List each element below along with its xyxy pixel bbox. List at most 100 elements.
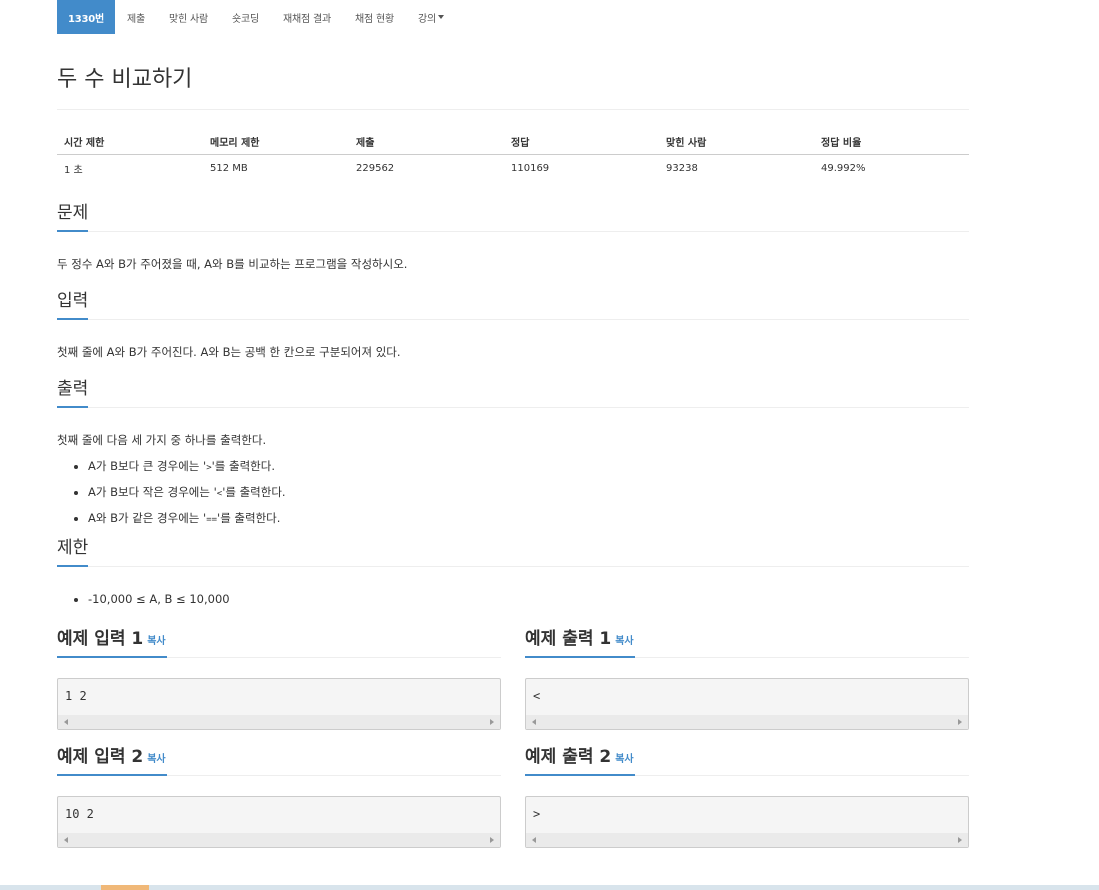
section-limit-header: 제한	[57, 536, 969, 567]
table-row: 1 초 512 MB 229562 110169 93238 49.992%	[57, 154, 969, 183]
header-accepted: 정답	[504, 130, 659, 155]
nav-lectures-dropdown[interactable]: 강의	[406, 0, 456, 34]
sample-input-2-header: 예제 입력 2 복사	[57, 745, 501, 776]
sample-input-1-code[interactable]: 1 2	[57, 678, 501, 730]
scroll-right-icon[interactable]	[490, 837, 494, 843]
output-case-3-post: '를 출력한다.	[217, 511, 281, 525]
sample-input-1-header: 예제 입력 1 복사	[57, 627, 501, 658]
sample-output-1-code[interactable]: <	[525, 678, 969, 730]
list-item: A와 B가 같은 경우에는 '=='를 출력한다.	[88, 510, 969, 528]
sample-output-2: 예제 출력 2 복사 >	[525, 730, 969, 848]
title-divider	[57, 109, 969, 110]
copy-button[interactable]: 복사	[147, 636, 165, 647]
limit-list: -10,000 ≤ A, B ≤ 10,000	[57, 591, 969, 607]
sample-output-2-header: 예제 출력 2 복사	[525, 745, 969, 776]
nav-rejudge-results[interactable]: 재채점 결과	[271, 0, 343, 34]
copy-button[interactable]: 복사	[147, 754, 165, 765]
sample-output-2-text: >	[533, 807, 541, 821]
horizontal-scrollbar[interactable]	[526, 833, 968, 847]
list-item: A가 B보다 작은 경우에는 '<'를 출력한다.	[88, 484, 969, 502]
sample-output-1-header: 예제 출력 1 복사	[525, 627, 969, 658]
value-memory-limit: 512 MB	[210, 163, 248, 175]
output-case-1-post: '를 출력한다.	[211, 459, 275, 473]
bottom-scroll-bar	[0, 885, 1099, 890]
caret-down-icon	[438, 15, 444, 19]
section-divider	[57, 407, 969, 408]
nav-lectures-label: 강의	[418, 13, 436, 25]
header-memory-limit: 메모리 제한	[203, 130, 349, 155]
scroll-right-icon[interactable]	[958, 837, 962, 843]
horizontal-scrollbar[interactable]	[526, 715, 968, 729]
output-case-3-pre: A와 B가 같은 경우에는 '	[88, 511, 207, 525]
problem-description: 두 정수 A와 B가 주어졌을 때, A와 B를 비교하는 프로그램을 작성하시…	[57, 257, 408, 271]
section-output-header: 출력	[57, 377, 969, 408]
output-description: 첫째 줄에 다음 세 가지 중 하나를 출력한다.	[57, 433, 267, 447]
horizontal-scrollbar[interactable]	[58, 715, 500, 729]
output-case-2-post: '를 출력한다.	[222, 485, 286, 499]
scroll-right-icon[interactable]	[958, 719, 962, 725]
sample-output-1: 예제 출력 1 복사 <	[525, 615, 969, 730]
section-input-title: 입력	[57, 289, 89, 320]
samples-row-2: 예제 입력 2 복사 10 2 예제 출력 2 복사 >	[57, 730, 969, 848]
sample-output-1-title: 예제 출력 1 복사	[525, 627, 635, 658]
section-output-title: 출력	[57, 377, 89, 408]
sample-input-1-title: 예제 입력 1 복사	[57, 627, 167, 658]
section-problem-title: 문제	[57, 201, 89, 232]
nav-solved-users[interactable]: 맞힌 사람	[157, 0, 220, 34]
scroll-right-icon[interactable]	[490, 719, 494, 725]
horizontal-scrollbar[interactable]	[58, 833, 500, 847]
section-problem-header: 문제	[57, 201, 969, 232]
value-accept-ratio: 49.992%	[821, 163, 866, 175]
nav-short-coding[interactable]: 숏코딩	[220, 0, 271, 34]
section-limit-title: 제한	[57, 536, 89, 567]
section-divider	[57, 566, 969, 567]
sample-input-2-code[interactable]: 10 2	[57, 796, 501, 848]
table-header-row: 시간 제한 메모리 제한 제출 정답 맞힌 사람 정답 비율	[57, 130, 969, 155]
nav-status[interactable]: 채점 현황	[343, 0, 406, 34]
input-description: 첫째 줄에 A와 B가 주어진다. A와 B는 공백 한 칸으로 구분되어져 있…	[57, 345, 401, 359]
problem-nav: 1330번 제출 맞힌 사람 숏코딩 재채점 결과 채점 현황 강의	[57, 0, 969, 34]
problem-info-table: 시간 제한 메모리 제한 제출 정답 맞힌 사람 정답 비율 1 초 512 M…	[57, 130, 969, 183]
list-item: A가 B보다 큰 경우에는 '>'를 출력한다.	[88, 458, 969, 476]
header-solved-users: 맞힌 사람	[659, 130, 814, 155]
bottom-bar-highlight	[101, 885, 149, 890]
output-case-1-pre: A가 B보다 큰 경우에는 '	[88, 459, 207, 473]
copy-button[interactable]: 복사	[615, 754, 633, 765]
sample-input-1-text: 1 2	[65, 689, 87, 703]
section-divider	[57, 231, 969, 232]
copy-button[interactable]: 복사	[615, 636, 633, 647]
sample-output-1-label: 예제 출력 1	[525, 629, 612, 649]
sample-output-2-label: 예제 출력 2	[525, 747, 612, 767]
value-solved-users: 93238	[666, 163, 698, 175]
sample-output-2-code[interactable]: >	[525, 796, 969, 848]
list-item: -10,000 ≤ A, B ≤ 10,000	[88, 591, 969, 607]
value-time-limit: 1 초	[64, 165, 83, 177]
sample-input-2: 예제 입력 2 복사 10 2	[57, 730, 501, 848]
sample-input-1-label: 예제 입력 1	[57, 629, 144, 649]
value-submissions: 229562	[356, 163, 395, 175]
header-time-limit: 시간 제한	[57, 130, 203, 155]
sample-output-1-text: <	[533, 689, 541, 703]
sample-input-2-text: 10 2	[65, 807, 94, 821]
section-input-header: 입력	[57, 289, 969, 320]
scroll-left-icon[interactable]	[64, 719, 68, 725]
value-accepted: 110169	[511, 163, 550, 175]
sample-output-2-title: 예제 출력 2 복사	[525, 745, 635, 776]
nav-problem-number[interactable]: 1330번	[57, 0, 116, 34]
scroll-left-icon[interactable]	[532, 719, 536, 725]
sample-input-2-title: 예제 입력 2 복사	[57, 745, 167, 776]
problem-title: 두 수 비교하기	[57, 67, 193, 92]
output-cases-list: A가 B보다 큰 경우에는 '>'를 출력한다. A가 B보다 작은 경우에는 …	[57, 458, 969, 528]
samples-row-1: 예제 입력 1 복사 1 2 예제 출력 1 복사 <	[57, 615, 969, 730]
problem-page: 1330번 제출 맞힌 사람 숏코딩 재채점 결과 채점 현황 강의 두 수 비…	[57, 0, 969, 848]
scroll-left-icon[interactable]	[64, 837, 68, 843]
output-case-2-pre: A가 B보다 작은 경우에는 '	[88, 485, 217, 499]
scroll-left-icon[interactable]	[532, 837, 536, 843]
output-case-3-code: ==	[206, 515, 218, 525]
header-accept-ratio: 정답 비율	[814, 130, 969, 155]
sample-input-1: 예제 입력 1 복사 1 2	[57, 615, 501, 730]
section-divider	[57, 319, 969, 320]
sample-input-2-label: 예제 입력 2	[57, 747, 144, 767]
header-submissions: 제출	[349, 130, 504, 155]
nav-submit[interactable]: 제출	[115, 0, 157, 34]
